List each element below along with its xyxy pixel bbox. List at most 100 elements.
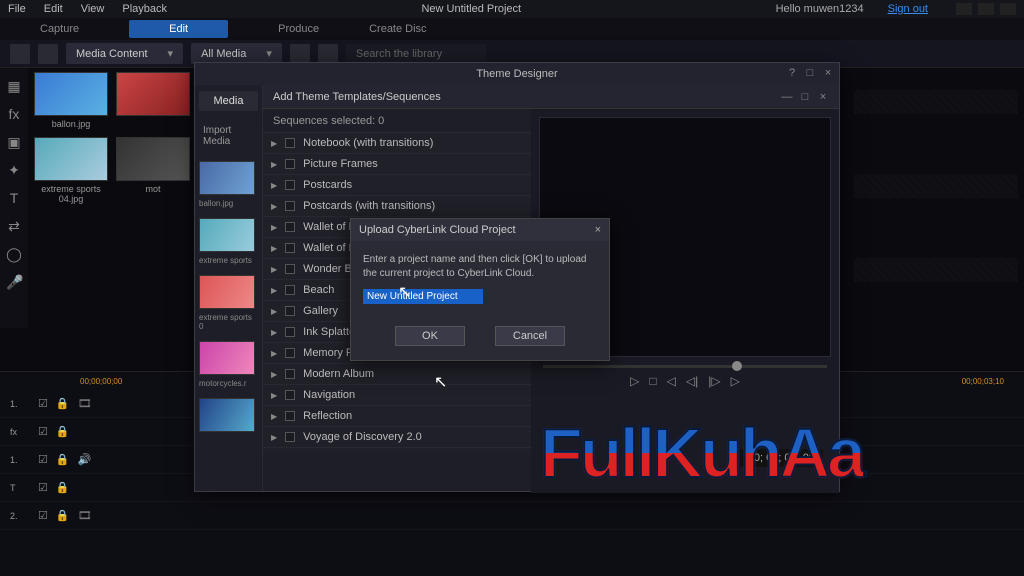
minimize-icon[interactable]: — (781, 91, 793, 103)
checkbox[interactable] (285, 243, 295, 253)
title-icon[interactable]: T (6, 190, 22, 206)
sequence-label: Postcards (303, 179, 352, 191)
expand-icon[interactable]: ▶ (271, 433, 277, 442)
checkbox[interactable] (285, 222, 295, 232)
transition-icon[interactable]: ⇄ (6, 218, 22, 234)
tab-produce[interactable]: Produce (278, 23, 319, 35)
next-icon[interactable]: ▷ (731, 374, 740, 388)
menu-edit[interactable]: Edit (44, 3, 63, 15)
lock-icon[interactable]: 🔒 (56, 453, 70, 466)
prev-icon[interactable]: ◁ (667, 374, 676, 388)
sort-icon[interactable] (318, 44, 338, 64)
ok-button[interactable]: OK (395, 326, 465, 346)
media-thumb[interactable] (116, 72, 190, 129)
menu-file[interactable]: File (8, 3, 26, 15)
search-input[interactable]: Search the library (346, 44, 486, 64)
particle-icon[interactable]: ✦ (6, 162, 22, 178)
grid-icon[interactable] (290, 44, 310, 64)
expand-icon[interactable]: ▶ (271, 244, 277, 253)
checkbox[interactable] (285, 432, 295, 442)
expand-icon[interactable]: ▶ (271, 181, 277, 190)
checkbox[interactable] (285, 348, 295, 358)
lock-icon[interactable]: 🔒 (56, 509, 70, 522)
close-icon[interactable]: × (817, 91, 829, 103)
expand-icon[interactable]: ▶ (271, 349, 277, 358)
checkbox[interactable] (285, 369, 295, 379)
expand-icon[interactable]: ▶ (271, 265, 277, 274)
prev-frame-icon[interactable]: ◁| (686, 374, 698, 388)
minimize-icon[interactable] (956, 3, 972, 15)
visibility-icon[interactable]: ☑ (38, 481, 48, 494)
maximize-icon[interactable]: □ (803, 67, 817, 81)
play-icon[interactable]: ▷ (630, 374, 639, 388)
visibility-icon[interactable]: ☑ (38, 397, 48, 410)
expand-icon[interactable]: ▶ (271, 307, 277, 316)
checkbox[interactable] (285, 180, 295, 190)
expand-icon[interactable]: ▶ (271, 139, 277, 148)
next-frame-icon[interactable]: |▷ (708, 374, 720, 388)
checkbox[interactable] (285, 285, 295, 295)
pip-icon[interactable]: ▣ (6, 134, 22, 150)
media-thumb[interactable]: mot (116, 137, 190, 204)
theme-thumb[interactable] (199, 398, 255, 432)
lock-icon[interactable]: 🔒 (56, 481, 70, 494)
checkbox[interactable] (285, 138, 295, 148)
theme-thumb[interactable] (199, 341, 255, 375)
menu-view[interactable]: View (81, 3, 105, 15)
record-icon[interactable] (38, 44, 58, 64)
tab-capture[interactable]: Capture (40, 23, 79, 35)
media-thumb[interactable]: ballon.jpg (34, 72, 108, 129)
expand-icon[interactable]: ▶ (271, 223, 277, 232)
checkbox[interactable] (285, 411, 295, 421)
expand-icon[interactable]: ▶ (271, 370, 277, 379)
lock-icon[interactable]: 🔒 (56, 397, 70, 410)
maximize-icon[interactable] (978, 3, 994, 15)
dialog-titlebar[interactable]: Upload CyberLink Cloud Project × (351, 219, 609, 241)
track-row[interactable]: 2.☑🔒🎞 (0, 502, 1024, 530)
close-icon[interactable]: × (595, 224, 601, 236)
media-content-dropdown[interactable]: Media Content (66, 43, 183, 64)
audio-icon[interactable]: ◯ (6, 246, 22, 262)
close-icon[interactable]: × (821, 67, 835, 81)
expand-icon[interactable]: ▶ (271, 160, 277, 169)
stop-icon[interactable]: □ (649, 374, 656, 388)
fx-icon[interactable]: fx (6, 106, 22, 122)
lock-icon[interactable]: 🔒 (56, 425, 70, 438)
expand-icon[interactable]: ▶ (271, 412, 277, 421)
import-media-button[interactable]: Import Media (199, 119, 258, 153)
expand-icon[interactable]: ▶ (271, 328, 277, 337)
theme-thumb[interactable] (199, 161, 255, 195)
close-icon[interactable] (1000, 3, 1016, 15)
visibility-icon[interactable]: ☑ (38, 425, 48, 438)
media-tab[interactable]: Media (199, 91, 258, 111)
theme-titlebar[interactable]: Theme Designer ? □ × (195, 63, 839, 85)
seek-bar[interactable] (543, 365, 827, 368)
checkbox[interactable] (285, 264, 295, 274)
import-icon[interactable] (10, 44, 30, 64)
checkbox[interactable] (285, 390, 295, 400)
project-name-input[interactable]: New Untitled Project (363, 289, 483, 304)
media-thumb[interactable]: extreme sports 04.jpg (34, 137, 108, 204)
cancel-button[interactable]: Cancel (495, 326, 565, 346)
checkbox[interactable] (285, 201, 295, 211)
signout-link[interactable]: Sign out (888, 3, 928, 15)
media-room-icon[interactable]: ▦ (6, 78, 22, 94)
theme-thumb[interactable] (199, 218, 255, 252)
expand-icon[interactable]: ▶ (271, 286, 277, 295)
checkbox[interactable] (285, 159, 295, 169)
menu-playback[interactable]: Playback (122, 3, 167, 15)
theme-thumb[interactable] (199, 275, 255, 309)
visibility-icon[interactable]: ☑ (38, 453, 48, 466)
voice-icon[interactable]: 🎤 (6, 274, 22, 290)
tab-edit[interactable]: Edit (129, 20, 228, 38)
all-media-dropdown[interactable]: All Media (191, 43, 282, 64)
visibility-icon[interactable]: ☑ (38, 509, 48, 522)
seek-knob[interactable] (732, 361, 742, 371)
maximize-icon[interactable]: □ (799, 91, 811, 103)
checkbox[interactable] (285, 327, 295, 337)
expand-icon[interactable]: ▶ (271, 391, 277, 400)
expand-icon[interactable]: ▶ (271, 202, 277, 211)
checkbox[interactable] (285, 306, 295, 316)
tab-create-disc[interactable]: Create Disc (369, 23, 426, 35)
help-icon[interactable]: ? (785, 67, 799, 81)
